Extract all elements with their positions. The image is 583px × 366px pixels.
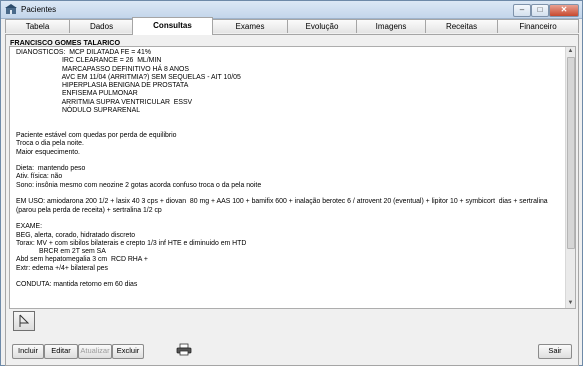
vertical-scrollbar[interactable]: ▲ ▼: [565, 47, 575, 308]
tab-label: Financeiro: [519, 22, 557, 31]
consulta-line: [16, 157, 564, 165]
consulta-line: Abd sem hepatomegalia 3 cm RCD RHA +: [16, 256, 148, 264]
tab-label: Evolução: [305, 22, 339, 31]
consulta-line: NÓDULO SUPRARENAL: [16, 107, 141, 115]
excluir-button[interactable]: Excluir: [112, 344, 144, 359]
close-icon: ✕: [560, 5, 568, 14]
tab-tabela[interactable]: Tabela: [5, 19, 70, 33]
tab-imagens[interactable]: Imagens: [356, 19, 426, 33]
tab-label: Exames: [235, 22, 265, 31]
consulta-line: CONDUTA: mantida retorno em 60 dias: [16, 281, 138, 289]
button-label: Editar: [51, 346, 71, 355]
consulta-line: [16, 215, 564, 223]
button-label: Excluir: [116, 346, 140, 355]
incluir-button[interactable]: Incluir: [12, 344, 44, 359]
tab-label: Consultas: [153, 21, 192, 30]
button-label: Incluir: [17, 346, 38, 355]
consulta-line: [16, 115, 564, 123]
consulta-line: ENFISEMA PULMONAR: [16, 90, 138, 98]
consulta-text: DIANÓSTICOS: MCP DILATADA FE = 41% IRC C…: [16, 49, 564, 307]
button-label: Sair: [548, 346, 562, 355]
consulta-textarea[interactable]: DIANÓSTICOS: MCP DILATADA FE = 41% IRC C…: [9, 46, 576, 309]
editar-button[interactable]: Editar: [44, 344, 78, 359]
tab-dados[interactable]: Dados: [69, 19, 134, 33]
consulta-line: Paciente estável com quedas por perda de…: [16, 131, 177, 139]
printer-icon: [176, 343, 192, 356]
scroll-up-icon[interactable]: ▲: [566, 47, 575, 56]
consulta-line: [16, 190, 564, 198]
tab-label: Dados: [89, 22, 114, 31]
tab-financeiro[interactable]: Financeiro: [497, 19, 579, 33]
pacientes-window: Pacientes – □ ✕ Tabela Dados Consultas E…: [0, 0, 583, 366]
consulta-line: Extr: edema +/4+ bilateral pes: [16, 264, 108, 272]
tab-label: Receitas: [445, 22, 478, 31]
tab-consultas[interactable]: Consultas: [132, 17, 213, 35]
consulta-line: [16, 273, 564, 281]
tab-label: Tabela: [25, 22, 50, 31]
consulta-line: Torax: MV + com sibilos bilaterais e cre…: [16, 239, 247, 247]
consulta-line: (parou pela perda de receita) + sertrali…: [16, 206, 162, 214]
consulta-line: Dieta: mantendo peso: [16, 165, 86, 173]
window-title: Pacientes: [21, 5, 57, 14]
close-button[interactable]: ✕: [549, 4, 579, 17]
consulta-line: DIANÓSTICOS: MCP DILATADA FE = 41%: [16, 49, 151, 56]
minimize-button[interactable]: –: [513, 4, 531, 17]
consulta-line: BEG, alerta, corado, hidratado discreto: [16, 231, 136, 239]
consulta-line: EM USO: amiodarona 200 1/2 + lasix 40 3 …: [16, 198, 548, 206]
consulta-line: Sono: insônia mesmo com neozine 2 gotas …: [16, 181, 262, 189]
consulta-line: Troca o dia pela noite.: [16, 140, 84, 148]
consulta-line: HIPERPLASIA BENIGNA DE PROSTATA: [16, 82, 189, 90]
tab-evolucao[interactable]: Evolução: [287, 19, 357, 33]
consulta-line: BRCR em 2T sem SA: [16, 248, 106, 256]
consulta-line: Maior esquecimento.: [16, 148, 80, 156]
consulta-line: AVC EM 11/04 (ARRITMIA?) SEM SEQUELAS - …: [16, 73, 241, 81]
maximize-icon: □: [537, 5, 543, 14]
tab-bar: Tabela Dados Consultas Exames Evolução I…: [5, 17, 579, 35]
print-button[interactable]: [174, 343, 194, 356]
flag-button[interactable]: [13, 311, 35, 331]
minimize-icon: –: [519, 5, 525, 14]
title-bar[interactable]: Pacientes – □ ✕: [1, 1, 582, 19]
scroll-thumb[interactable]: [567, 57, 575, 249]
consulta-line: IRC CLEARANCE = 26 ML/MIN: [16, 57, 162, 65]
tab-receitas[interactable]: Receitas: [425, 19, 498, 33]
consulta-line: EXAME:: [16, 223, 43, 231]
sair-button[interactable]: Sair: [538, 344, 572, 359]
maximize-button[interactable]: □: [531, 4, 549, 17]
app-icon: [5, 4, 17, 14]
scroll-down-icon[interactable]: ▼: [566, 299, 575, 308]
flag-icon: [19, 314, 30, 327]
consulta-line: [16, 124, 564, 132]
atualizar-button[interactable]: Atualizar: [78, 344, 112, 359]
consulta-line: MARCAPASSO DEFINITIVO HÁ 8 ANOS: [16, 65, 189, 73]
button-label: Atualizar: [80, 346, 110, 355]
tab-label: Imagens: [375, 22, 407, 31]
consultas-panel: FRANCISCO GOMES TALARICO DIANÓSTICOS: MC…: [5, 34, 579, 366]
consulta-line: ARRITMIA SUPRA VENTRICULAR ESSV: [16, 98, 193, 106]
tab-exames[interactable]: Exames: [212, 19, 288, 33]
consulta-line: Ativ. física: não: [16, 173, 63, 181]
